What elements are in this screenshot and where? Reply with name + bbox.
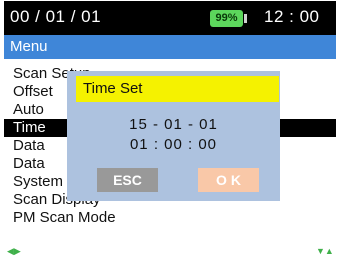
battery-icon: 99% [210,10,243,27]
menu-item-label: Data [13,155,45,172]
esc-button[interactable]: ESC [97,168,158,192]
menu-item-pm-scan-mode[interactable]: PM Scan Mode [4,209,336,227]
menu-item-label: PM Scan Mode [13,209,116,226]
status-clock: 12 : 00 [264,7,320,26]
menu-header: Menu [4,35,336,59]
menu-item-label: Time [13,119,46,136]
menu-item-label: Auto [13,101,44,118]
battery-tip [244,14,247,23]
down-up-arrows-icon: ▼▲ [316,246,334,256]
menu-item-label: Offset [13,83,53,100]
dialog-title: Time Set [83,80,143,97]
ok-button[interactable]: O K [198,168,259,192]
dialog-title-bar: Time Set [76,76,279,102]
time-value[interactable]: 01 : 00 : 00 [67,136,280,153]
left-right-arrows-icon: ◀▶ [7,246,21,256]
device-screen: 00 / 01 / 01 99% 12 : 00 Menu Scan Setup… [4,1,336,259]
time-set-dialog: Time Set 15 - 01 - 01 01 : 00 : 00 ESC O… [67,71,280,201]
date-value[interactable]: 15 - 01 - 01 [67,116,280,133]
status-bar: 00 / 01 / 01 99% 12 : 00 [4,1,336,35]
status-date: 00 / 01 / 01 [10,7,102,26]
menu-title: Menu [10,38,48,55]
menu-item-label: Data [13,137,45,154]
